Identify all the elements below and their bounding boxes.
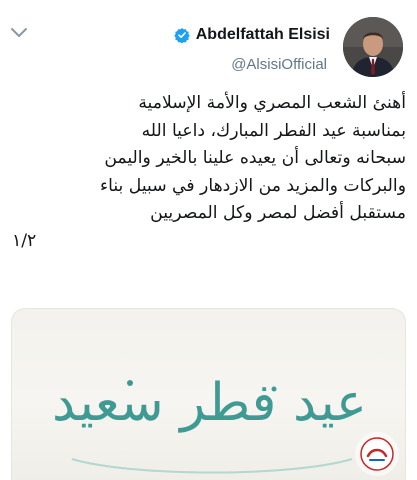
tweet: Abdelfattah Elsisi @AlsisiOfficial أهنئ …	[0, 0, 417, 480]
tweet-body: أهنئ الشعب المصري والأمة الإسلامية بمناس…	[12, 90, 406, 256]
tweet-line: أهنئ الشعب المصري والأمة الإسلامية	[138, 93, 406, 113]
tweet-line: والبركات والمزيد من الازدهار في سبيل بنا…	[100, 175, 406, 196]
author-handle[interactable]: @AlsisiOfficial	[231, 56, 327, 73]
tweet-line: سبحانه وتعالى أن يعيده علينا بالخير والي…	[104, 148, 406, 169]
author-name-row[interactable]: Abdelfattah Elsisi	[174, 24, 330, 46]
eid-greeting: عيد فطر سعيد	[52, 373, 367, 433]
chevron-down-icon	[11, 28, 27, 37]
tweet-line: بمناسبة عيد الفطر المبارك، داعيا الله	[141, 120, 406, 141]
thread-counter: ١/٢	[12, 230, 37, 251]
author-display-name[interactable]: Abdelfattah Elsisi	[196, 26, 330, 44]
tweet-menu-button[interactable]	[8, 24, 30, 42]
tweet-line: مستقبل أفضل لمصر وكل المصريين	[150, 203, 406, 224]
verified-badge-icon	[174, 27, 190, 44]
source-logo-icon	[355, 432, 399, 476]
media-card[interactable]: عيد فطر سعيد	[11, 308, 406, 480]
avatar[interactable]	[343, 17, 403, 77]
